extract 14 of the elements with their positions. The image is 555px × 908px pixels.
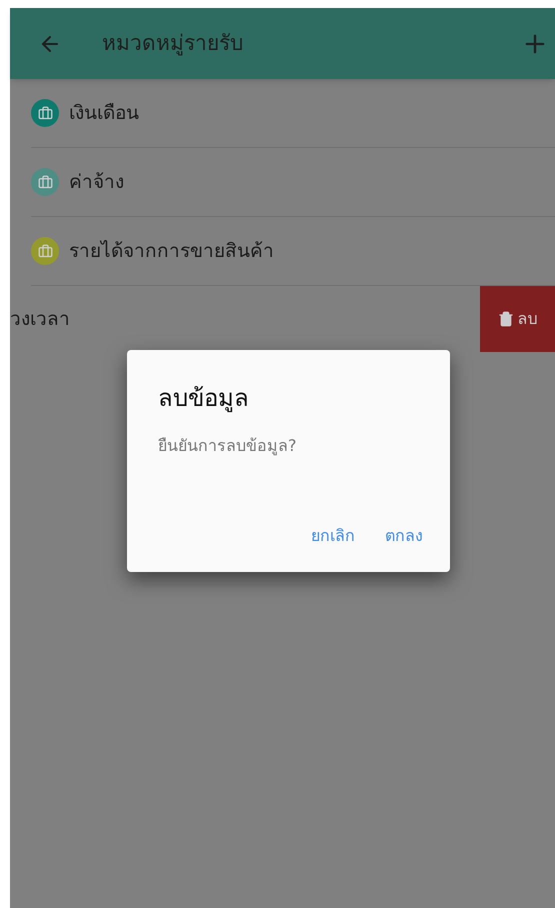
category-name: ค่าจ้าง xyxy=(69,170,124,195)
trash-icon xyxy=(498,311,514,327)
category-name: วงเวลา xyxy=(10,306,70,332)
dialog-title: ลบข้อมูล xyxy=(158,383,250,414)
category-name: เงินเดือน xyxy=(69,100,139,126)
category-item[interactable]: เงินเดือน xyxy=(31,79,555,148)
category-item[interactable]: รายได้จากการขายสินค้า xyxy=(31,217,555,286)
category-item[interactable]: ค่าจ้าง xyxy=(31,148,555,217)
dialog-message: ยืนยันการลบข้อมูล? xyxy=(158,435,298,458)
dialog-button[interactable]: ตกลง xyxy=(385,524,423,548)
dialog-button[interactable]: ยกเลิก xyxy=(311,524,355,548)
app-bar-title: หมวดหมู่รายรับ xyxy=(102,30,243,58)
delete-button[interactable]: ลบ xyxy=(480,286,555,352)
category-name: รายได้จากการขายสินค้า xyxy=(69,238,274,264)
